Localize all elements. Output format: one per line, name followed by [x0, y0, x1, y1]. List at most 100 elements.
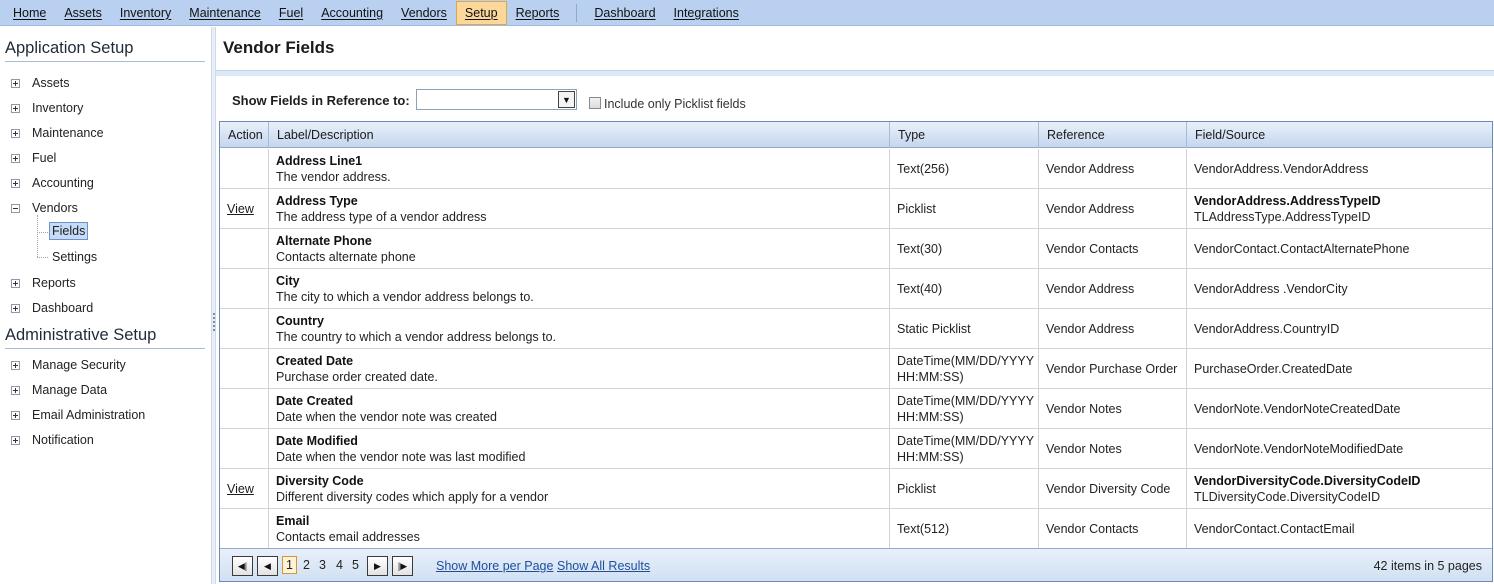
- expand-icon[interactable]: [11, 385, 20, 395]
- field-source: VendorNote.VendorNoteModifiedDate: [1194, 442, 1404, 456]
- table-row: Country The country to which a vendor add…: [220, 309, 1492, 349]
- field-type: Picklist: [897, 482, 936, 496]
- menu-accounting[interactable]: Accounting: [312, 1, 392, 25]
- expand-icon[interactable]: [11, 128, 20, 138]
- picklist-only-label[interactable]: Include only Picklist fields: [604, 97, 746, 111]
- column-header-type[interactable]: Type: [890, 122, 1039, 148]
- tree-item-vendors[interactable]: Vendors: [11, 198, 78, 218]
- page-number-3[interactable]: 3: [319, 558, 326, 572]
- tree-item-notification[interactable]: Notification: [11, 430, 94, 450]
- first-page-icon[interactable]: ◀​|: [232, 556, 253, 576]
- menu-fuel[interactable]: Fuel: [270, 1, 312, 25]
- tree-item-inventory[interactable]: Inventory: [11, 98, 83, 118]
- column-header-reference[interactable]: Reference: [1039, 122, 1187, 148]
- field-type: Text(512): [897, 522, 950, 536]
- expand-icon[interactable]: [11, 78, 20, 88]
- title-divider: [216, 70, 1494, 76]
- menu-separator: [576, 3, 578, 22]
- collapse-icon[interactable]: [11, 203, 20, 213]
- menu-assets[interactable]: Assets: [55, 1, 111, 25]
- source-cell: VendorContact.ContactAlternatePhone: [1187, 229, 1492, 269]
- column-header-action[interactable]: Action: [220, 122, 269, 148]
- dropdown-arrow-icon[interactable]: ▼: [558, 91, 575, 108]
- tree-item-settings[interactable]: Settings: [49, 248, 100, 266]
- tree-connector: [37, 215, 38, 257]
- grid-header: Action Label/Description Type Reference …: [220, 122, 1492, 148]
- tree-item-manage-data[interactable]: Manage Data: [11, 380, 107, 400]
- prev-page-icon[interactable]: ◀: [257, 556, 278, 576]
- tree-item-dashboard[interactable]: Dashboard: [11, 298, 93, 318]
- reference-cell: Vendor Address: [1039, 149, 1187, 189]
- tree-item-fields[interactable]: Fields: [49, 222, 89, 240]
- type-cell: Text(40): [890, 269, 1039, 309]
- expand-icon[interactable]: [11, 303, 20, 313]
- label-cell: Email Contacts email addresses: [269, 509, 890, 549]
- page-number-5[interactable]: 5: [352, 558, 359, 572]
- field-reference: Vendor Address: [1046, 322, 1135, 336]
- view-link[interactable]: View: [227, 201, 268, 217]
- reference-filter-select[interactable]: ▼: [416, 89, 577, 110]
- table-row: View Diversity Code Different diversity co…: [220, 469, 1492, 509]
- menu-reports[interactable]: Reports: [507, 1, 569, 25]
- tree-connector: [37, 232, 48, 233]
- field-label: Date Modified: [276, 434, 358, 448]
- menu-vendors[interactable]: Vendors: [392, 1, 456, 25]
- menu-integrations[interactable]: Integrations: [665, 1, 748, 25]
- column-header-label[interactable]: Label/Description: [269, 122, 890, 148]
- show-more-per-page-link[interactable]: Show More per Page: [436, 559, 553, 573]
- source-cell: VendorDiversityCode.DiversityCodeID TLDiv…: [1187, 469, 1492, 509]
- source-cell: VendorNote.VendorNoteModifiedDate: [1187, 429, 1492, 469]
- field-reference: Vendor Contacts: [1046, 522, 1139, 536]
- page-number-1[interactable]: 1: [282, 556, 297, 574]
- menu-inventory[interactable]: Inventory: [111, 1, 180, 25]
- field-label: Created Date: [276, 354, 354, 368]
- field-label: Address Type: [276, 194, 358, 208]
- action-cell: [220, 149, 269, 189]
- splitter-grip-icon[interactable]: [213, 313, 215, 333]
- type-cell: Picklist: [890, 189, 1039, 229]
- type-cell: Text(256): [890, 149, 1039, 189]
- expand-icon[interactable]: [11, 278, 20, 288]
- page-number-4[interactable]: 4: [336, 558, 343, 572]
- tree-item-accounting[interactable]: Accounting: [11, 173, 94, 193]
- field-type-continued: HH:MM:SS): [897, 410, 964, 424]
- expand-icon[interactable]: [11, 153, 20, 163]
- page-title: Vendor Fields: [223, 38, 335, 57]
- picklist-only-checkbox[interactable]: [589, 97, 601, 109]
- expand-icon[interactable]: [11, 360, 20, 370]
- tree-item-fuel[interactable]: Fuel: [11, 148, 56, 168]
- menu-maintenance[interactable]: Maintenance: [180, 1, 270, 25]
- field-reference: Vendor Contacts: [1046, 242, 1139, 256]
- expand-icon[interactable]: [11, 178, 20, 188]
- last-page-icon[interactable]: |▶: [392, 556, 413, 576]
- action-cell: View: [220, 189, 269, 229]
- table-row: Address Line1 The vendor address. Text(256…: [220, 149, 1492, 189]
- menu-home[interactable]: Home: [4, 1, 55, 25]
- label-cell: Created Date Purchase order created date.: [269, 349, 890, 389]
- expand-icon[interactable]: [11, 435, 20, 445]
- field-type: Text(40): [897, 282, 943, 296]
- tree-item-email-administration[interactable]: Email Administration: [11, 405, 145, 425]
- field-description: The country to which a vendor address be…: [276, 330, 557, 344]
- menu-setup[interactable]: Setup: [455, 0, 507, 25]
- type-cell: DateTime(MM/DD/YYYY HH:MM:SS): [890, 389, 1039, 429]
- table-row: Date Modified Date when the vendor note w…: [220, 429, 1492, 469]
- next-page-icon[interactable]: ▶: [367, 556, 388, 576]
- expand-icon[interactable]: [11, 103, 20, 113]
- show-all-results-link[interactable]: Show All Results: [557, 559, 650, 573]
- sidebar-splitter[interactable]: [211, 27, 216, 584]
- menu-dashboard[interactable]: Dashboard: [585, 1, 664, 25]
- expand-icon[interactable]: [11, 410, 20, 420]
- field-description: Date when the vendor note was last modif…: [276, 450, 526, 464]
- column-header-field-source[interactable]: Field/Source: [1187, 122, 1492, 148]
- field-reference: Vendor Notes: [1046, 442, 1122, 456]
- type-cell: Text(512): [890, 509, 1039, 549]
- tree-item-reports[interactable]: Reports: [11, 273, 76, 293]
- tree-item-maintenance[interactable]: Maintenance: [11, 123, 104, 143]
- page-number-2[interactable]: 2: [303, 558, 310, 572]
- action-cell: [220, 229, 269, 269]
- tree-item-assets[interactable]: Assets: [11, 73, 70, 93]
- view-link[interactable]: View: [227, 481, 268, 497]
- label-cell: Address Line1 The vendor address.: [269, 149, 890, 189]
- tree-item-manage-security[interactable]: Manage Security: [11, 355, 126, 375]
